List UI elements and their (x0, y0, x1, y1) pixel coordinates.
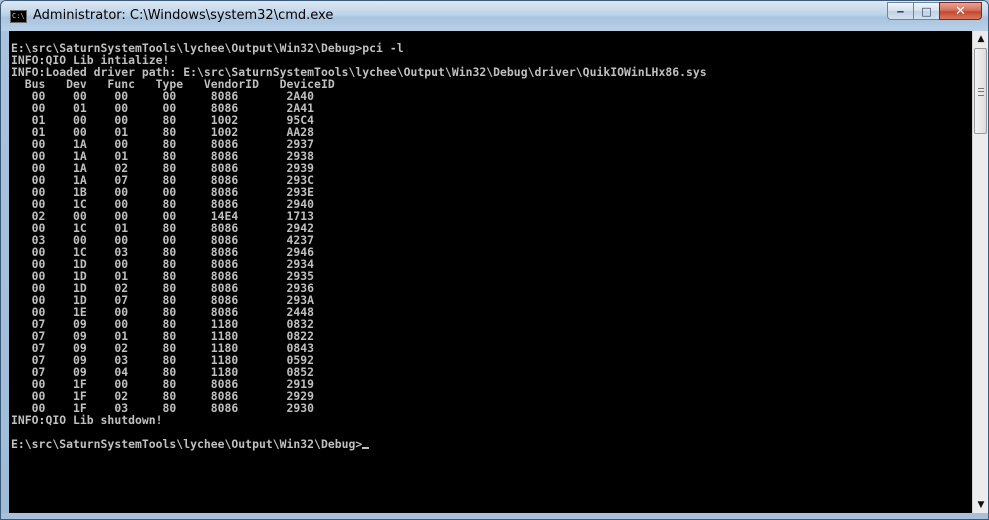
cmd-icon[interactable] (10, 10, 27, 23)
scroll-thumb[interactable] (974, 48, 987, 134)
prompt-line: E:\src\SaturnSystemTools\lychee\Output\W… (11, 437, 363, 451)
window-title: Administrator: C:\Windows\system32\cmd.e… (33, 8, 334, 23)
text-cursor (362, 447, 370, 449)
close-button[interactable]: ✕ (939, 2, 982, 20)
window-bottom-border (1, 513, 988, 519)
caption-buttons: ‒ □ ✕ (887, 2, 982, 21)
maximize-button[interactable]: □ (913, 2, 939, 20)
minimize-button[interactable]: ‒ (887, 2, 913, 20)
scroll-up-arrow-icon[interactable]: ▲ (973, 31, 988, 47)
console-output[interactable]: E:\src\SaturnSystemTools\lychee\Output\W… (9, 31, 972, 513)
pci-table: 00 00 00 00 8086 2A40 00 01 00 00 8086 2… (11, 89, 314, 415)
info-shutdown-line: INFO:QIO Lib shutdown! (11, 413, 163, 427)
vertical-scrollbar[interactable]: ▲ ▼ (972, 31, 988, 513)
cmd-window: Administrator: C:\Windows\system32\cmd.e… (0, 0, 989, 520)
title-bar[interactable]: Administrator: C:\Windows\system32\cmd.e… (1, 1, 988, 31)
grip-icon (978, 88, 984, 96)
scroll-down-arrow-icon[interactable]: ▼ (973, 497, 988, 513)
console-text: E:\src\SaturnSystemTools\lychee\Output\W… (11, 42, 707, 450)
